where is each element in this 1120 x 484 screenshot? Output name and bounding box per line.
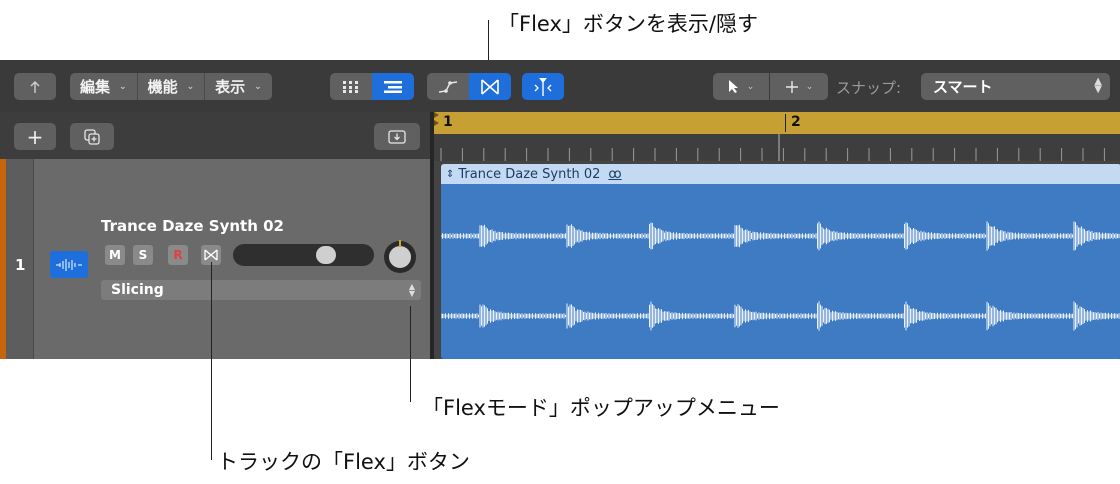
track-header[interactable]: 1 Trance Daze Synth 02 M S R Slicing ▲ ▼ xyxy=(0,159,430,359)
menu-segment-group: 編集 ⌄ 機能 ⌄ 表示 ⌄ xyxy=(70,73,272,100)
flex-icon xyxy=(204,249,218,261)
track-header-bar: + xyxy=(0,112,430,159)
secondary-tool-button[interactable]: ⌄ xyxy=(770,73,828,100)
region-waveform xyxy=(441,221,1120,331)
region-disclosure-icon[interactable]: ⇕ xyxy=(446,169,454,180)
cycle-ruler[interactable]: 1 2 xyxy=(434,112,1120,134)
duplicate-icon xyxy=(84,128,100,145)
download-tray-icon xyxy=(388,129,406,144)
chevron-down-icon: ⌄ xyxy=(119,81,127,92)
track-number: 1 xyxy=(15,256,26,274)
arrow-up-icon xyxy=(30,80,40,93)
tracks-list-icon xyxy=(384,80,402,93)
track-name[interactable]: Trance Daze Synth 02 xyxy=(101,217,284,235)
menu-edit-label: 編集 xyxy=(80,78,111,96)
audio-region[interactable]: ⇕ Trance Daze Synth 02 ꝏ xyxy=(441,164,1120,359)
pan-knob[interactable] xyxy=(384,240,416,273)
ruler-start-marker-icon xyxy=(434,112,439,126)
logic-pro-window: 編集 ⌄ 機能 ⌄ 表示 ⌄ ⌄ ⌄ スナップ: スマート ▲ ▼ + 1 Tr… xyxy=(0,60,1120,359)
bar-marker-1: 1 xyxy=(443,114,453,130)
pan-knob-face xyxy=(389,246,411,268)
tracks-timeline: 1 2 ⇕ Trance Daze Synth 02 ꝏ xyxy=(434,112,1120,359)
snap-select[interactable]: スマート ▲ ▼ xyxy=(921,73,1110,100)
menu-edit[interactable]: 編集 ⌄ xyxy=(70,73,138,100)
menu-functions[interactable]: 機能 ⌄ xyxy=(138,73,206,100)
flex-mode-popup[interactable]: Slicing ▲ ▼ xyxy=(101,280,421,300)
collapse-tracks-button[interactable] xyxy=(374,123,420,150)
waveform-icon xyxy=(56,258,82,271)
tracks-toolbar: 編集 ⌄ 機能 ⌄ 表示 ⌄ ⌄ ⌄ スナップ: スマート ▲ ▼ xyxy=(0,60,1120,112)
pointer-arrow-icon xyxy=(728,80,738,93)
menu-functions-label: 機能 xyxy=(147,78,178,96)
flex-icon xyxy=(481,78,499,95)
chevron-down-icon: ⌄ xyxy=(805,81,814,92)
catch-playhead-button[interactable] xyxy=(522,73,564,100)
solo-button[interactable]: S xyxy=(133,245,153,265)
snap-value: スマート xyxy=(933,78,993,96)
tracks-view-button[interactable] xyxy=(372,73,414,100)
menu-view-label: 表示 xyxy=(215,78,246,96)
show-flex-button[interactable] xyxy=(469,73,511,100)
updown-chevron-icon: ▲ ▼ xyxy=(1094,76,1102,95)
grid-view-button[interactable] xyxy=(330,73,372,100)
chevron-down-icon: ⌄ xyxy=(746,81,755,92)
waveform-channel xyxy=(441,301,1120,331)
automation-curve-icon xyxy=(438,80,458,93)
record-enable-button[interactable]: R xyxy=(168,245,188,265)
pointer-tool-button[interactable]: ⌄ xyxy=(713,73,769,100)
waveform-channel xyxy=(441,221,1120,251)
ruler-ticks xyxy=(440,134,1105,161)
menu-view[interactable]: 表示 ⌄ xyxy=(205,73,272,100)
chevron-down-icon: ⌄ xyxy=(254,81,262,92)
crosshair-plus-icon xyxy=(785,80,798,93)
duplicate-track-button[interactable] xyxy=(70,123,114,150)
callout-track-flex-button: トラックの「Flex」ボタン xyxy=(217,450,470,474)
volume-slider[interactable] xyxy=(233,244,374,266)
automation-button[interactable] xyxy=(427,73,469,100)
region-name: Trance Daze Synth 02 xyxy=(458,166,601,182)
loop-icon: ꝏ xyxy=(608,166,622,182)
leader-line-flex-mode xyxy=(410,306,411,402)
audio-track-icon[interactable] xyxy=(50,251,88,278)
callout-show-flex-button: 「Flex」ボタンを表示/隠す xyxy=(498,12,758,36)
volume-slider-knob[interactable] xyxy=(316,246,336,264)
bar-marker-2: 2 xyxy=(785,114,801,132)
pan-indicator xyxy=(399,240,401,247)
snap-label: スナップ: xyxy=(836,79,902,97)
chevron-down-icon: ⌄ xyxy=(186,81,195,92)
flex-mode-value: Slicing xyxy=(111,282,164,298)
callout-flex-mode-popup: 「Flexモード」ポップアップメニュー xyxy=(422,396,780,420)
playhead-catch-icon xyxy=(534,77,552,96)
updown-chevron-icon: ▲ ▼ xyxy=(408,282,415,298)
leader-line-track-flex xyxy=(211,262,212,460)
grid-icon xyxy=(343,80,358,93)
region-header: ⇕ Trance Daze Synth 02 ꝏ xyxy=(441,164,1120,184)
new-track-button[interactable]: + xyxy=(14,123,56,150)
bar-ruler[interactable] xyxy=(434,134,1120,161)
back-button[interactable] xyxy=(14,73,56,100)
mute-button[interactable]: M xyxy=(105,245,125,265)
